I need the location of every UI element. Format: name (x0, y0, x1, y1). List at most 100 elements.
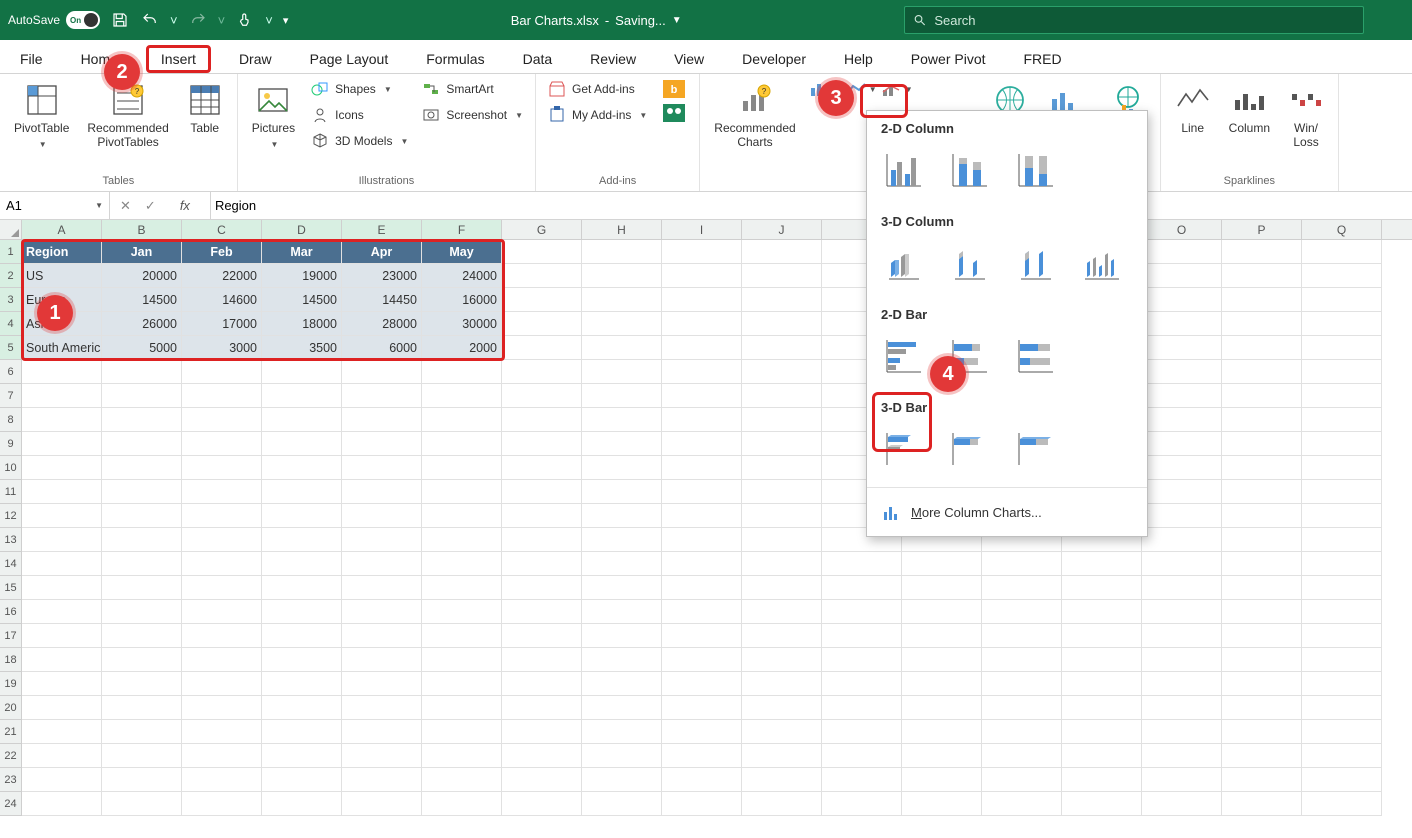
cell[interactable] (422, 576, 502, 600)
cell[interactable] (1222, 528, 1302, 552)
cell[interactable] (262, 528, 342, 552)
cell[interactable] (1222, 408, 1302, 432)
cell[interactable] (502, 528, 582, 552)
cell[interactable] (182, 360, 262, 384)
sparkline-column-button[interactable]: Column (1223, 78, 1276, 140)
save-icon[interactable] (110, 10, 130, 30)
cell[interactable] (342, 432, 422, 456)
cell[interactable] (662, 552, 742, 576)
cell[interactable] (422, 696, 502, 720)
cell[interactable] (1222, 696, 1302, 720)
cell[interactable] (742, 432, 822, 456)
cell[interactable] (1222, 768, 1302, 792)
cell[interactable] (822, 792, 902, 816)
cell[interactable] (22, 792, 102, 816)
cell[interactable] (22, 408, 102, 432)
cell[interactable] (582, 384, 662, 408)
cell[interactable] (1062, 792, 1142, 816)
row-header[interactable]: 16 (0, 600, 22, 624)
cell[interactable] (1222, 336, 1302, 360)
cell[interactable] (582, 456, 662, 480)
cell[interactable] (582, 600, 662, 624)
cell[interactable] (982, 768, 1062, 792)
cell[interactable] (502, 264, 582, 288)
cell[interactable] (422, 624, 502, 648)
enter-formula-icon[interactable]: ✓ (145, 198, 156, 214)
cell[interactable] (1222, 240, 1302, 264)
cell[interactable] (742, 504, 822, 528)
cell[interactable] (182, 624, 262, 648)
column-header[interactable]: C (182, 220, 262, 239)
cell[interactable] (182, 456, 262, 480)
3d-stacked-column-option[interactable] (947, 241, 991, 285)
cell[interactable] (182, 768, 262, 792)
cell[interactable] (1302, 504, 1382, 528)
tab-file[interactable]: File (10, 45, 53, 73)
cell[interactable] (22, 648, 102, 672)
cell[interactable] (1062, 576, 1142, 600)
cell[interactable] (262, 480, 342, 504)
cell[interactable] (662, 240, 742, 264)
cell[interactable] (502, 240, 582, 264)
cell[interactable] (102, 528, 182, 552)
row-header[interactable]: 2 (0, 264, 22, 288)
cell[interactable] (982, 720, 1062, 744)
sparkline-line-button[interactable]: Line (1169, 78, 1217, 140)
row-header[interactable]: 15 (0, 576, 22, 600)
cell[interactable] (262, 576, 342, 600)
cell[interactable] (662, 624, 742, 648)
cell[interactable] (742, 624, 822, 648)
cell[interactable] (1302, 576, 1382, 600)
cell[interactable] (1142, 720, 1222, 744)
cell[interactable] (982, 792, 1062, 816)
cell[interactable] (1142, 456, 1222, 480)
cell[interactable] (1302, 432, 1382, 456)
cell[interactable] (1142, 360, 1222, 384)
cell[interactable] (582, 648, 662, 672)
bing-maps-addin[interactable]: b (657, 78, 691, 100)
cell[interactable] (582, 720, 662, 744)
cell[interactable]: 17000 (182, 312, 262, 336)
cell[interactable] (502, 456, 582, 480)
cell[interactable] (1062, 600, 1142, 624)
cell[interactable] (262, 504, 342, 528)
cell[interactable] (262, 408, 342, 432)
row-header[interactable]: 1 (0, 240, 22, 264)
row-header[interactable]: 8 (0, 408, 22, 432)
cell[interactable] (502, 384, 582, 408)
cell[interactable] (22, 744, 102, 768)
cell[interactable] (1222, 432, 1302, 456)
cell[interactable] (502, 288, 582, 312)
cell[interactable] (1142, 552, 1222, 576)
cell[interactable] (1302, 408, 1382, 432)
cell[interactable] (502, 480, 582, 504)
cell[interactable] (262, 792, 342, 816)
cell[interactable] (422, 408, 502, 432)
cell[interactable] (182, 744, 262, 768)
cell[interactable] (1222, 552, 1302, 576)
chevron-down-icon[interactable]: ▼ (95, 201, 103, 210)
row-header[interactable]: 9 (0, 432, 22, 456)
cell[interactable] (342, 576, 422, 600)
cell[interactable] (1302, 600, 1382, 624)
cell[interactable] (902, 720, 982, 744)
tab-draw[interactable]: Draw (229, 45, 282, 73)
cell[interactable] (1062, 624, 1142, 648)
cell[interactable] (822, 720, 902, 744)
cell[interactable] (1302, 744, 1382, 768)
cell[interactable] (662, 504, 742, 528)
cell[interactable] (662, 384, 742, 408)
cell[interactable] (102, 768, 182, 792)
cell[interactable] (502, 504, 582, 528)
people-graph-addin[interactable] (657, 102, 691, 124)
cell[interactable]: Apr (342, 240, 422, 264)
cell[interactable] (1142, 240, 1222, 264)
cell[interactable] (1302, 264, 1382, 288)
cell[interactable] (582, 696, 662, 720)
undo-icon[interactable] (140, 10, 160, 30)
cell[interactable] (342, 360, 422, 384)
cell[interactable] (742, 288, 822, 312)
tab-help[interactable]: Help (834, 45, 883, 73)
cell[interactable] (102, 576, 182, 600)
cell[interactable] (982, 576, 1062, 600)
